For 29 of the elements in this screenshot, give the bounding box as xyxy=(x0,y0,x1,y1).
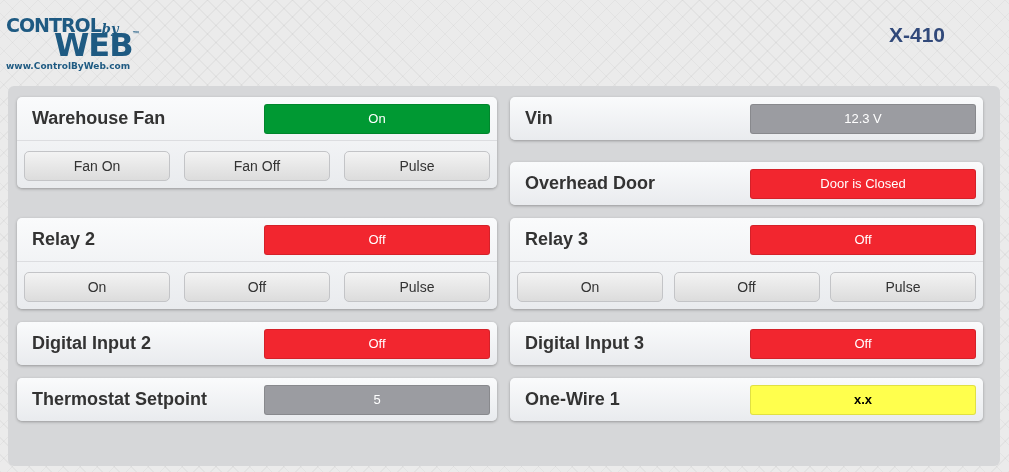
status-indicator: Off xyxy=(750,224,976,255)
card-label: Relay 2 xyxy=(32,229,96,250)
device-title: X-410 xyxy=(888,23,945,48)
card-label: One-Wire 1 xyxy=(525,389,620,410)
control-button[interactable]: Pulse xyxy=(344,272,490,302)
status-indicator: Off xyxy=(750,328,976,359)
status-indicator: Off xyxy=(264,224,490,255)
control-button[interactable]: On xyxy=(24,272,170,302)
card-label: Relay 3 xyxy=(525,229,589,250)
control-button[interactable]: Fan On xyxy=(24,151,170,181)
card-label: Digital Input 2 xyxy=(32,333,151,354)
control-button[interactable]: Off xyxy=(673,272,820,302)
control-button[interactable]: Fan Off xyxy=(184,151,330,181)
card-label: Digital Input 3 xyxy=(525,333,644,354)
card-label: Overhead Door xyxy=(525,173,656,194)
status-indicator: 5 xyxy=(264,384,490,415)
card-label: Thermostat Setpoint xyxy=(32,389,207,410)
control-button[interactable]: Pulse xyxy=(830,272,976,302)
logo-url: www.ControlByWeb.com xyxy=(6,61,132,71)
status-indicator: On xyxy=(264,103,490,134)
control-button[interactable]: Pulse xyxy=(344,151,490,181)
status-indicator: Off xyxy=(264,328,490,359)
control-button[interactable]: Off xyxy=(184,272,330,302)
control-button[interactable]: On xyxy=(517,272,663,302)
status-indicator: 12.3 V xyxy=(750,103,976,134)
card-label: Warehouse Fan xyxy=(32,108,166,129)
card-label: Vin xyxy=(525,108,553,129)
status-indicator: Door is Closed xyxy=(750,168,976,199)
status-indicator: x.x xyxy=(750,384,976,415)
